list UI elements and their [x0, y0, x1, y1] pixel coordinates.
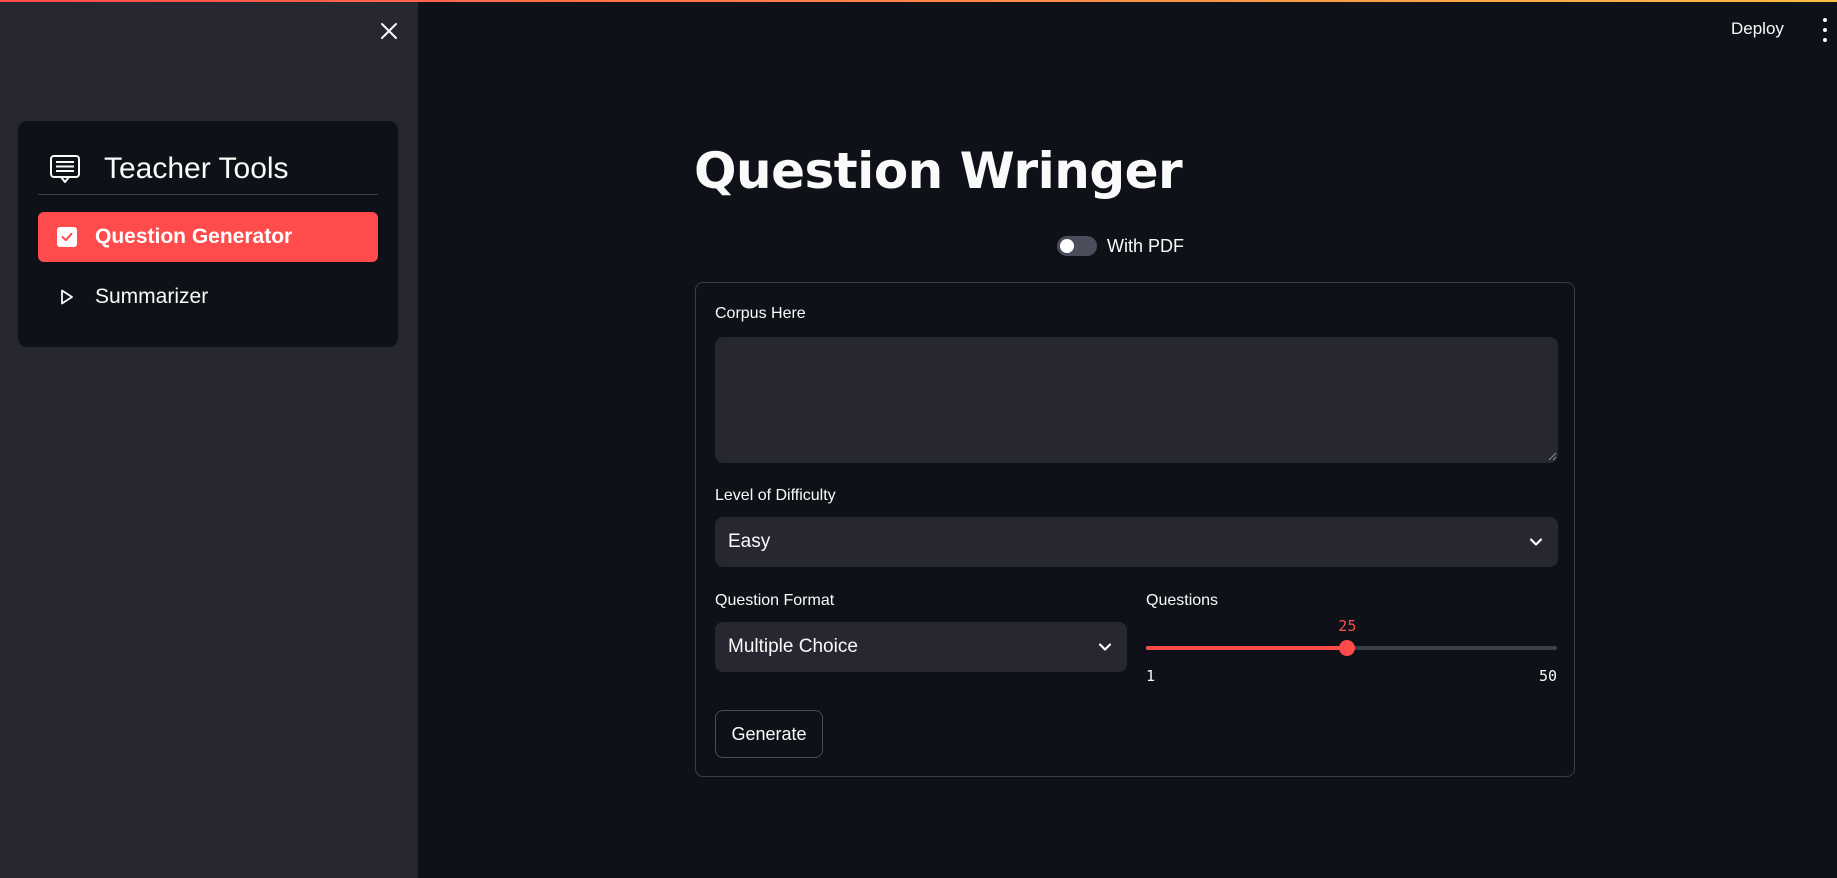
question-form: Corpus Here Level of Difficulty Easy Que…: [695, 282, 1575, 777]
toggle-label: With PDF: [1107, 235, 1185, 256]
slider-max-label: 50: [1539, 667, 1558, 685]
corpus-textarea[interactable]: [715, 337, 1558, 463]
questions-label: Questions: [1146, 592, 1219, 609]
format-value: Multiple Choice: [728, 636, 858, 657]
kebab-menu-icon: [1823, 18, 1827, 22]
corpus-label: Corpus Here: [715, 305, 806, 322]
play-outline-icon: [57, 287, 77, 307]
with-pdf-toggle[interactable]: With PDF: [1057, 234, 1184, 258]
difficulty-label: Level of Difficulty: [715, 487, 836, 504]
slider-value: 25: [1338, 617, 1357, 635]
slider-min-label: 1: [1146, 667, 1156, 685]
page-title: Question Wringer: [694, 142, 1183, 200]
deploy-button[interactable]: Deploy: [1731, 16, 1784, 42]
resize-grip-icon[interactable]: [1547, 451, 1557, 461]
generate-button[interactable]: Generate: [715, 710, 823, 758]
questions-slider-thumb[interactable]: [1339, 640, 1356, 656]
navigation-menu: Teacher Tools Question Generator Summari…: [18, 121, 398, 347]
sidebar-item-label: Question Generator: [95, 225, 293, 248]
format-select[interactable]: Multiple Choice: [715, 622, 1127, 672]
toggle-track[interactable]: [1057, 236, 1097, 256]
sidebar: Teacher Tools Question Generator Summari…: [0, 0, 418, 878]
sidebar-item-label: Summarizer: [95, 285, 209, 308]
nav-title: Teacher Tools: [104, 151, 289, 185]
toggle-knob: [1060, 239, 1074, 253]
questions-slider-fill: [1146, 646, 1348, 650]
sidebar-item-question-generator[interactable]: Question Generator: [38, 212, 378, 262]
difficulty-value: Easy: [728, 531, 771, 552]
format-label: Question Format: [715, 592, 835, 609]
checkbox-icon: [57, 227, 77, 247]
chevron-down-icon: [1527, 533, 1545, 551]
close-sidebar-button[interactable]: [376, 18, 402, 44]
nav-header: Teacher Tools: [38, 143, 378, 195]
top-accent-line: [0, 0, 1837, 2]
difficulty-select[interactable]: Easy: [715, 517, 1558, 567]
close-icon: [381, 23, 397, 39]
sidebar-item-summarizer[interactable]: Summarizer: [38, 272, 378, 322]
list-card-icon: [48, 152, 82, 186]
chevron-down-icon: [1096, 638, 1114, 656]
main-menu-button[interactable]: [1820, 18, 1830, 42]
